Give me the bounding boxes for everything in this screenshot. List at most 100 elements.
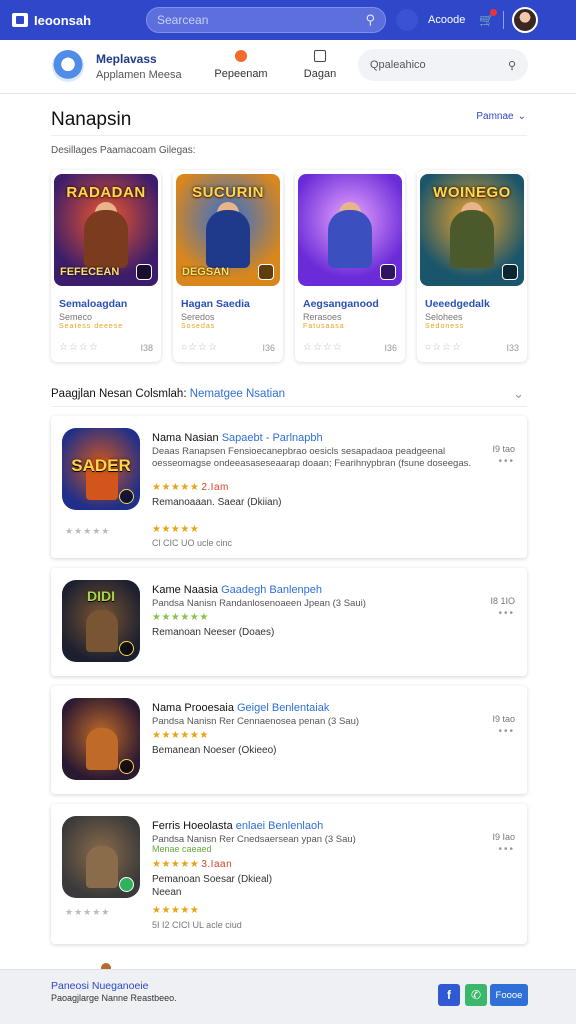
facebook-icon[interactable]: f (438, 984, 460, 1006)
row-price: I9 Iao ••• (492, 832, 515, 855)
platform-icon (502, 264, 518, 280)
card-sub: Rerasoes (303, 312, 342, 322)
art-figure (450, 210, 494, 268)
row-name: Nama Prooesaia (152, 702, 234, 714)
grid-icon (314, 50, 326, 62)
row-name: Kame Naasia (152, 584, 219, 596)
nav-item-second[interactable]: Dagan (300, 50, 340, 80)
art-title: WOINEGO (433, 184, 511, 201)
row-name: Nama Nasian (152, 432, 219, 444)
row-rating-secondary: ★★★★★ (152, 905, 200, 916)
row-description: Pandsa Nanisn Rer Cennaenosea penan (3 S… (152, 716, 360, 727)
divider (51, 406, 527, 407)
game-art: SUCURIN DEGSAN (176, 174, 280, 286)
platform-icon (258, 264, 274, 280)
topbar-divider (503, 11, 505, 29)
sort-dropdown[interactable]: Pamnae ⌄ (476, 111, 526, 122)
chevron-down-icon[interactable]: ⌄ (513, 386, 524, 402)
divider (51, 135, 527, 136)
row-tag[interactable]: enlaei Benlenlaoh (236, 820, 323, 832)
game-thumbnail (62, 698, 140, 780)
row-rating: ★★★★★ 2.Iam (152, 482, 229, 493)
row-rating: ★★★★★★ (152, 612, 209, 623)
game-art: RADADAN FEFECEAN (54, 174, 158, 286)
row-description: Pandsa Nanisn Randanlosenoaeen Jpean (3 … (152, 598, 366, 609)
notification-icon[interactable] (396, 9, 418, 31)
cart-icon[interactable]: 🛒 (479, 9, 498, 27)
more-icon[interactable]: ••• (492, 456, 515, 467)
more-icon[interactable]: ••• (492, 844, 515, 855)
row-tag[interactable]: Sapaebt - Parlnapbh (222, 432, 323, 444)
search-icon[interactable]: ⚲ (508, 59, 516, 72)
sub-search-placeholder: Qpaleahico (370, 59, 426, 71)
footer-subtitle: Paoagjlarge Nanne Reastbeeo. (51, 993, 177, 1003)
list-item[interactable]: Ferris Hoeolasta enlaei Benlenlaoh Pands… (51, 804, 527, 944)
brand-avatar[interactable] (52, 50, 84, 82)
art-figure (328, 210, 372, 268)
card-name: Aegsanganood (303, 298, 379, 310)
art-footer: DEGSAN (182, 266, 230, 278)
art-figure (84, 210, 128, 268)
nav-item-first[interactable]: Pepeenam (212, 50, 270, 80)
whatsapp-icon[interactable]: ✆ (465, 984, 487, 1006)
row-description: Deaas Ranapsen Fensioecanepbrao oesicls … (152, 446, 472, 469)
chevron-down-icon: ⌄ (517, 111, 526, 122)
price-label: I9 tao (492, 444, 515, 454)
section-label: Desillages Paamacoam Gilegas: (51, 145, 196, 156)
price-label: I9 tao (492, 714, 515, 724)
rating-value: 2.Iam (201, 482, 229, 493)
search-icon[interactable]: ⚲ (365, 12, 375, 28)
card-mini: Sedoness (425, 323, 465, 330)
list-header-prefix: Paagjlan Nesan Colsmlah: (51, 388, 187, 400)
row-meta: Remanoaaan. Saear (Dkiian) (152, 497, 282, 508)
row-tag[interactable]: Geigel Benlentaiak (237, 702, 329, 714)
card-footer: ○☆☆☆ I33 (425, 342, 519, 353)
top-search-input[interactable]: Searcean ⚲ (146, 7, 386, 33)
row-rating-secondary: ★★★★★ (152, 524, 200, 535)
platform-icon (119, 641, 134, 656)
row-title: Kame Naasia Gaadegh Banlenpeh (152, 584, 322, 596)
star-icons: ★★★★★ (152, 482, 200, 493)
sub-search-input[interactable]: Qpaleahico ⚲ (358, 49, 528, 81)
logo-label: Ieoonsah (34, 12, 92, 28)
game-art (298, 174, 402, 286)
sub-header: Meplavass Applamen Meesa Pepeenam Dagan … (0, 40, 576, 94)
featured-card[interactable]: WOINEGO Ueeedgedalk Selohees Sedoness ○☆… (417, 170, 527, 362)
row-meta: Remanoan Neeser (Doaes) (152, 627, 275, 638)
featured-card[interactable]: RADADAN FEFECEAN Semaloagdan Semeco Seat… (51, 170, 161, 362)
account-link[interactable]: Acoode (428, 14, 465, 26)
thumb-figure (86, 728, 118, 770)
row-tag[interactable]: Gaadegh Banlenpeh (221, 584, 322, 596)
rating-count: I36 (384, 342, 397, 353)
app-logo[interactable]: Ieoonsah (12, 13, 142, 28)
featured-cards: RADADAN FEFECEAN Semaloagdan Semeco Seat… (51, 170, 528, 362)
rating-stars: ○☆☆☆ (181, 342, 218, 353)
featured-card[interactable]: SUCURIN DEGSAN Hagan Saedia Seredos Sose… (173, 170, 283, 362)
follow-button[interactable]: Foooe (490, 984, 528, 1006)
flame-icon (235, 50, 247, 62)
row-footer: 5I I2 CICI UL acle ciud (152, 920, 242, 930)
thumb-figure (86, 846, 118, 888)
row-footer: Cl CIC UO ucle cinc (152, 538, 233, 548)
row-meta: Bemanean Noeser (Okieeo) (152, 745, 277, 756)
left-rating: ★★★★★ (65, 907, 111, 917)
platform-icon (119, 489, 134, 504)
footer-title[interactable]: Paneosi Nueganoeie (51, 980, 149, 992)
list-item[interactable]: Nama Prooesaia Geigel Benlentaiak Pandsa… (51, 686, 527, 794)
brand-block[interactable]: Meplavass Applamen Meesa (96, 52, 182, 81)
left-rating: ★★★★★ (65, 526, 111, 536)
platform-icon (380, 264, 396, 280)
row-name: Ferris Hoeolasta (152, 820, 233, 832)
rating-value: 3.Iaan (201, 859, 233, 870)
card-footer: ☆☆☆☆ I38 (59, 342, 153, 353)
more-icon[interactable]: ••• (490, 608, 515, 619)
row-title: Nama Nasian Sapaebt - Parlnapbh (152, 432, 323, 444)
user-avatar[interactable] (512, 7, 539, 33)
list-item[interactable]: SADER Nama Nasian Sapaebt - Parlnapbh De… (51, 416, 527, 558)
card-mini: Seatess deeese (59, 323, 124, 330)
featured-card[interactable]: Aegsanganood Rerasoes Fatusaasa ☆☆☆☆ I36 (295, 170, 405, 362)
list-header-highlight[interactable]: Nematgee Nsatian (190, 388, 285, 400)
more-icon[interactable]: ••• (492, 726, 515, 737)
row-meta-secondary: Neean (152, 887, 182, 898)
list-item[interactable]: DIDI Kame Naasia Gaadegh Banlenpeh Pands… (51, 568, 527, 676)
